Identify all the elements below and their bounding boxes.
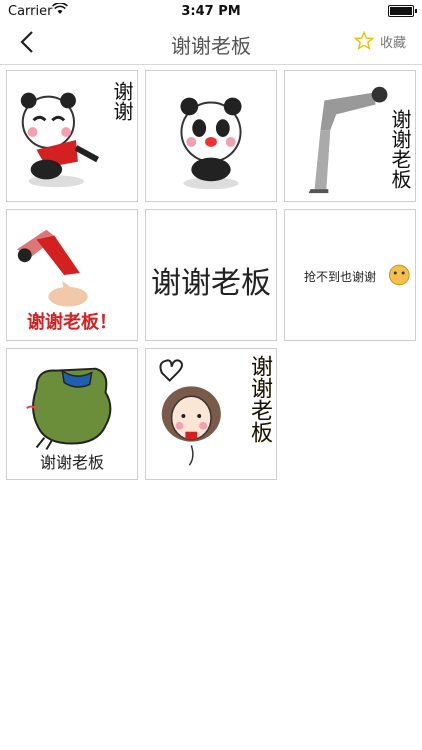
sticker-item[interactable]: 谢谢老板 xyxy=(6,348,138,480)
sticker-caption: 谢谢老板！ xyxy=(27,312,117,333)
sticker-caption: 谢谢老板 xyxy=(39,453,104,472)
sticker-item[interactable]: 谢谢老板 xyxy=(284,70,416,202)
sticker-caption: 谢谢老板 xyxy=(247,355,272,443)
sticker-caption: 谢谢老板 xyxy=(151,266,271,301)
sticker-item[interactable]: 谢谢老板！ xyxy=(6,209,138,341)
sticker-item[interactable] xyxy=(145,70,277,202)
sticker-caption: 谢谢 xyxy=(110,81,134,121)
sticker-item[interactable]: 谢谢 xyxy=(6,70,138,202)
sticker-item[interactable]: 谢谢老板 xyxy=(145,348,277,480)
sticker-item[interactable]: 谢谢老板 xyxy=(145,209,277,341)
sticker-caption: 谢谢老板 xyxy=(388,109,412,189)
battery-icon xyxy=(388,5,417,17)
favorite-label: 收藏 xyxy=(379,35,406,51)
star-icon xyxy=(353,31,374,50)
clock: 3:47 PM xyxy=(181,4,241,19)
nav-bar: 谢谢老板 收藏 xyxy=(0,22,422,65)
panda-sticker-image xyxy=(180,97,242,190)
smiley-emoji-image xyxy=(388,264,410,286)
status-bar: Carrier 3:47 PM xyxy=(0,0,422,22)
sticker-item[interactable]: 抢不到也谢谢 xyxy=(284,209,416,341)
favorite-button[interactable]: 收藏 xyxy=(353,31,406,51)
